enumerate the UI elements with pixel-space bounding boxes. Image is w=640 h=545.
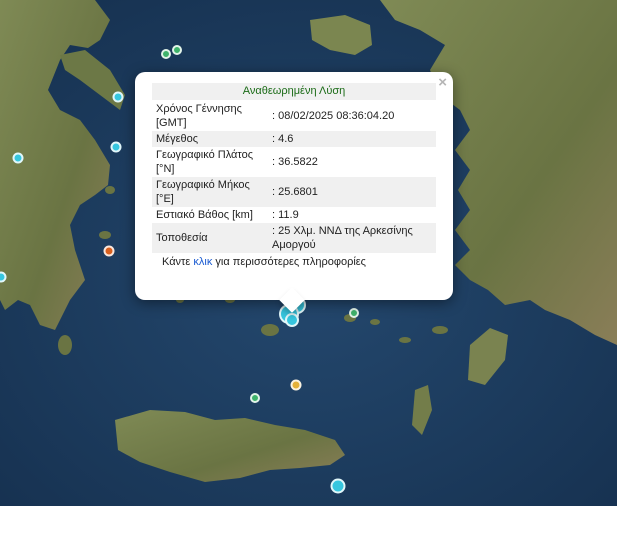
table-row: Εστιακό Βάθος [km] : 11.9 xyxy=(152,207,436,223)
popup-title: Αναθεωρημένη Λύση xyxy=(152,83,436,100)
more-info-suffix: για περισσότερες πληροφορίες xyxy=(212,256,366,268)
location-label: Τοποθεσία xyxy=(152,223,268,253)
table-row: Τοποθεσία : 25 Χλμ. ΝΝΔ της Αρκεσίνης Αμ… xyxy=(152,223,436,253)
map[interactable]: × Αναθεωρημένη Λύση Χρόνος Γέννησης [GMT… xyxy=(0,0,617,506)
more-info-prefix: Κάντε xyxy=(162,256,194,268)
earthquake-popup: × Αναθεωρημένη Λύση Χρόνος Γέννησης [GMT… xyxy=(135,72,453,313)
earthquake-marker[interactable] xyxy=(290,379,302,391)
time-label: Χρόνος Γέννησης [GMT] xyxy=(156,103,242,129)
earthquake-marker[interactable] xyxy=(250,393,260,403)
depth-label: Εστιακό Βάθος [km] xyxy=(156,209,253,221)
table-row: Χρόνος Γέννησης [GMT] : 08/02/2025 08:36… xyxy=(152,101,436,131)
earthquake-marker[interactable] xyxy=(12,152,24,164)
latitude-value: : 36.5822 xyxy=(272,156,318,168)
latitude-label: Γεωγραφικό Πλάτος [°N] xyxy=(156,149,254,175)
depth-value: : 11.9 xyxy=(272,209,299,221)
longitude-label: Γεωγραφικό Μήκος [°E] xyxy=(152,177,268,207)
earthquake-marker[interactable] xyxy=(349,308,359,318)
time-value: : 08/02/2025 08:36:04.20 xyxy=(272,110,395,122)
earthquake-marker[interactable] xyxy=(112,91,124,103)
magnitude-value: : 4.6 xyxy=(268,131,436,147)
earthquake-marker[interactable] xyxy=(285,313,299,327)
close-icon[interactable]: × xyxy=(438,75,447,90)
info-table: Χρόνος Γέννησης [GMT] : 08/02/2025 08:36… xyxy=(152,101,436,253)
earthquake-marker[interactable] xyxy=(330,478,346,494)
more-info-link[interactable]: κλικ xyxy=(193,256,212,268)
more-info-line: Κάντε κλικ για περισσότερες πληροφορίες xyxy=(152,256,436,268)
earthquake-marker[interactable] xyxy=(172,45,182,55)
earthquake-marker[interactable] xyxy=(161,49,171,59)
magnitude-label: Μέγεθος xyxy=(152,131,268,147)
table-row: Μέγεθος : 4.6 xyxy=(152,131,436,147)
table-row: Γεωγραφικό Πλάτος [°N] : 36.5822 xyxy=(152,147,436,177)
earthquake-marker[interactable] xyxy=(110,141,122,153)
table-row: Γεωγραφικό Μήκος [°E] : 25.6801 xyxy=(152,177,436,207)
longitude-value: : 25.6801 xyxy=(268,177,436,207)
earthquake-marker[interactable] xyxy=(103,245,115,257)
location-value: : 25 Χλμ. ΝΝΔ της Αρκεσίνης Αμοργού xyxy=(268,223,436,253)
